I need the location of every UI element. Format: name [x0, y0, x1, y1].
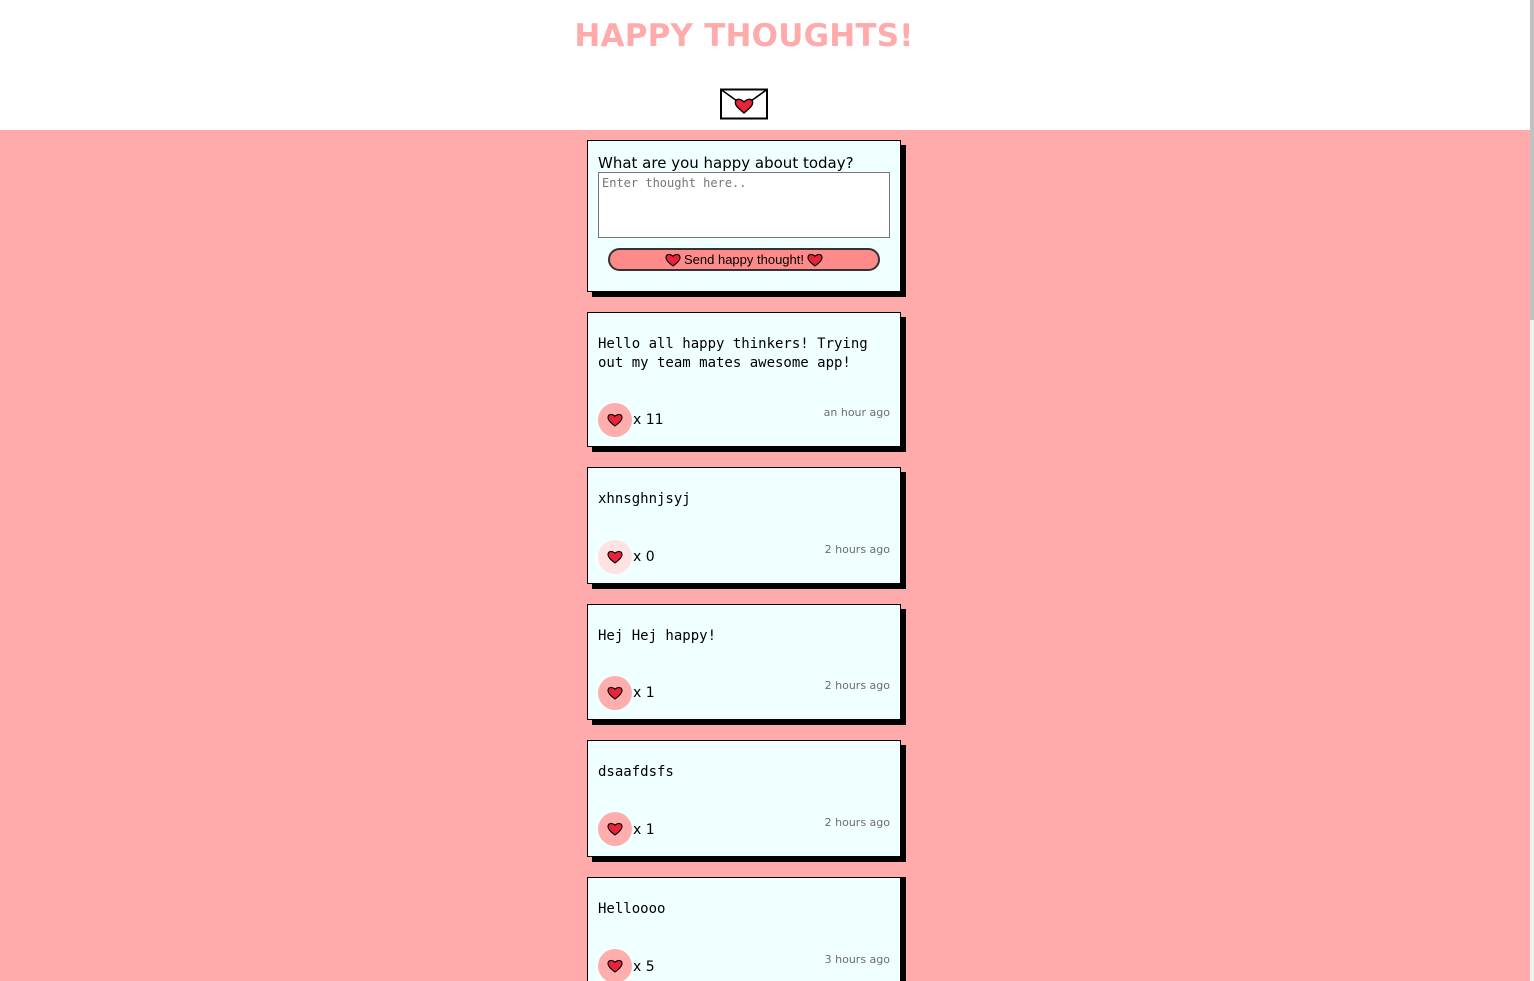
page-title: HAPPY THOUGHTS! — [574, 18, 914, 54]
send-thought-label: Send happy thought! — [684, 252, 804, 267]
scrollbar-thumb[interactable] — [1530, 0, 1534, 320]
envelope-heart-icon — [720, 88, 768, 120]
thought-input[interactable] — [598, 172, 890, 238]
heart-icon — [607, 413, 623, 427]
heart-icon — [607, 686, 623, 700]
like-count: x 1 — [633, 685, 655, 701]
send-thought-button[interactable]: Send happy thought! — [608, 248, 880, 271]
like-button[interactable] — [598, 676, 632, 710]
like-button[interactable] — [598, 403, 632, 437]
thought-question-label: What are you happy about today? — [598, 154, 854, 172]
thought-card: Hej Hej happy! x 1 2 hours ago — [587, 604, 901, 720]
heart-icon — [607, 959, 623, 973]
thought-form: What are you happy about today? Send hap… — [587, 140, 901, 292]
like-count: x 5 — [633, 959, 655, 975]
thought-card: Helloooo x 5 3 hours ago — [587, 877, 901, 981]
thought-card: Hello all happy thinkers! Trying out my … — [587, 312, 901, 447]
thought-text: Hello all happy thinkers! Trying out my … — [598, 336, 868, 371]
thought-text: Helloooo — [598, 901, 666, 917]
like-button[interactable] — [598, 949, 632, 981]
thought-timestamp: 2 hours ago — [824, 679, 890, 692]
like-count: x 0 — [633, 549, 655, 565]
heart-icon — [807, 253, 823, 267]
thought-text: Hej Hej happy! — [598, 628, 717, 644]
thought-timestamp: 2 hours ago — [824, 543, 890, 556]
page-header: HAPPY THOUGHTS! — [0, 0, 1530, 130]
thought-timestamp: 2 hours ago — [824, 816, 890, 829]
heart-icon — [607, 550, 623, 564]
like-button[interactable] — [598, 812, 632, 846]
like-count: x 1 — [633, 822, 655, 838]
like-count: x 11 — [633, 412, 664, 428]
like-button[interactable] — [598, 540, 632, 574]
heart-icon — [665, 253, 681, 267]
thought-card: dsaafdsfs x 1 2 hours ago — [587, 740, 901, 857]
thought-timestamp: an hour ago — [823, 406, 890, 419]
thought-text: xhnsghnjsyj — [598, 491, 691, 507]
thought-text: dsaafdsfs — [598, 764, 674, 780]
thought-timestamp: 3 hours ago — [824, 953, 890, 966]
thought-card: xhnsghnjsyj x 0 2 hours ago — [587, 467, 901, 584]
heart-icon — [607, 822, 623, 836]
